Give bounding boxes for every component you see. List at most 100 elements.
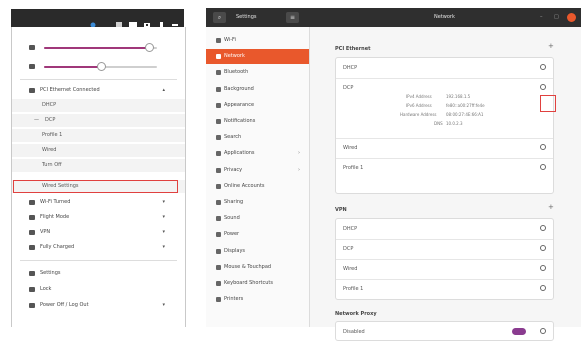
sidebar-item-online-accounts[interactable]: Online Accounts — [206, 179, 309, 194]
accessibility-icon[interactable] — [89, 14, 97, 28]
sidebar-item-appearance[interactable]: Appearance — [206, 98, 309, 113]
add-icon[interactable]: + — [548, 42, 554, 50]
network-wired-icon[interactable] — [115, 14, 123, 28]
submenu-wired[interactable]: Wired — [12, 144, 185, 157]
sidebar-item-network[interactable]: Network — [206, 49, 309, 65]
sidebar-item-notifications[interactable]: Notifications — [206, 114, 309, 129]
brightness-slider-knob[interactable] — [96, 62, 106, 71]
sidebar-item-printers[interactable]: Printers — [206, 292, 309, 307]
submenu-dhcp[interactable]: DHCP — [12, 99, 185, 112]
sidebar-item-label: Network — [224, 53, 245, 60]
ethernet-row[interactable]: DHCP — [336, 58, 553, 79]
sidebar-item-mouse-touchpad[interactable]: Mouse & Touchpad — [206, 260, 309, 275]
gear-icon[interactable] — [540, 144, 546, 150]
airplane-icon — [29, 215, 35, 220]
ethernet-section-title: PCI Ethernet — [335, 46, 371, 52]
search-icon[interactable]: ⌕ — [213, 12, 226, 23]
detail-label: Hardware Address — [400, 112, 437, 117]
lock-item[interactable]: Lock — [12, 283, 185, 296]
flight-mode-item[interactable]: Flight Mode ▾ — [12, 211, 185, 224]
sidebar-item-power[interactable]: Power — [206, 227, 309, 242]
power-off-item[interactable]: Power Off / Log Out ▾ — [12, 299, 185, 312]
sidebar-item-keyboard-shortcuts[interactable]: Keyboard Shortcuts — [206, 276, 309, 291]
proxy-row[interactable]: Disabled — [336, 322, 553, 342]
ethernet-row-expanded[interactable]: DCP IPv4 Address 192.168.1.5 IPv6 Addres… — [336, 78, 553, 139]
submenu-label: Wired — [42, 147, 57, 153]
network-wired-icon — [29, 88, 35, 93]
proxy-section-title: Network Proxy — [335, 311, 377, 317]
submenu-label: DCP — [45, 117, 56, 123]
vpn-row[interactable]: Profile 1 — [336, 279, 553, 299]
bell-icon — [216, 119, 221, 124]
volume-slider-knob[interactable] — [145, 43, 155, 52]
minimize-icon[interactable]: – — [540, 8, 543, 27]
power-label: Power Off / Log Out — [40, 302, 89, 308]
battery-icon[interactable] — [143, 14, 151, 27]
chevron-down-icon: ▾ — [162, 199, 165, 205]
volume-icon[interactable] — [129, 14, 137, 28]
sidebar-item-label: Printers — [224, 296, 244, 303]
sidebar-item-label: Sharing — [224, 199, 244, 205]
gear-icon[interactable] — [540, 164, 546, 170]
background-icon — [216, 86, 221, 92]
proxy-toggle[interactable] — [512, 328, 526, 335]
gear-icon[interactable] — [540, 245, 546, 251]
gear-icon[interactable] — [540, 285, 546, 291]
row-label: Wired — [343, 145, 358, 151]
vpn-row[interactable]: Wired — [336, 259, 553, 280]
gear-icon[interactable] — [540, 225, 546, 231]
window-title-left: Settings — [236, 14, 257, 20]
sidebar-item-privacy[interactable]: Privacy › — [206, 163, 309, 178]
sidebar-item-sound[interactable]: Sound — [206, 211, 309, 226]
wired-connection-item[interactable]: PCI Ethernet Connected ▴ — [12, 84, 185, 97]
gear-icon[interactable] — [540, 328, 546, 334]
volume-icon — [29, 45, 35, 50]
sidebar-item-applications[interactable]: Applications › — [206, 146, 309, 161]
row-label: DCP — [343, 246, 354, 252]
menu-divider — [20, 79, 177, 80]
wired-settings-highlight — [13, 180, 178, 193]
sound-icon — [216, 216, 221, 222]
sidebar-item-wi-fi[interactable]: Wi-Fi — [206, 33, 309, 48]
ethernet-row[interactable]: Profile 1 — [336, 158, 553, 178]
sidebar-item-displays[interactable]: Displays — [206, 244, 309, 259]
title-bar: ⌕ Settings ≡ Network – □ — [206, 8, 581, 27]
menu-arrow-icon[interactable] — [171, 14, 179, 26]
sidebar-item-label: Applications — [224, 150, 255, 157]
sidebar-item-search[interactable]: Search — [206, 130, 309, 145]
submenu-dcp[interactable]: — DCP — [12, 114, 185, 127]
submenu-profile[interactable]: Profile 1 — [12, 129, 185, 142]
sidebar-item-label: Wi-Fi — [224, 37, 236, 43]
wifi-item[interactable]: Wi-Fi Turned ▾ — [12, 196, 185, 209]
menu-icon[interactable]: ≡ — [286, 12, 299, 23]
sidebar-item-label: Keyboard Shortcuts — [224, 280, 273, 286]
share-icon — [216, 200, 221, 205]
power-icon[interactable] — [158, 14, 166, 28]
gear-icon[interactable] — [540, 265, 546, 271]
sidebar-item-background[interactable]: Background — [206, 82, 309, 97]
battery-item[interactable]: Fully Charged ▾ — [12, 241, 185, 254]
ethernet-row[interactable]: Wired — [336, 138, 553, 159]
window-title: Network — [434, 14, 455, 20]
wired-connection-label: PCI Ethernet Connected — [40, 87, 100, 93]
chevron-down-icon: ▾ — [162, 229, 165, 235]
vpn-item[interactable]: VPN ▾ — [12, 226, 185, 239]
network-icon — [216, 54, 221, 60]
submenu-turn-off[interactable]: Turn Off — [12, 159, 185, 172]
vpn-icon — [29, 230, 35, 235]
sidebar-item-sharing[interactable]: Sharing — [206, 195, 309, 210]
vpn-row[interactable]: DHCP — [336, 219, 553, 240]
brightness-slider-row[interactable] — [12, 60, 185, 73]
sidebar-item-bluetooth[interactable]: Bluetooth — [206, 65, 309, 80]
gear-icon[interactable] — [540, 84, 546, 90]
gear-icon — [29, 271, 35, 276]
row-label: Disabled — [343, 329, 365, 335]
add-vpn-icon[interactable]: + — [548, 203, 554, 211]
vpn-row[interactable]: DCP — [336, 239, 553, 260]
gear-icon[interactable] — [540, 64, 546, 70]
close-icon[interactable] — [567, 13, 576, 22]
detail-label: IPv4 Address — [406, 94, 432, 99]
volume-slider-row[interactable] — [12, 41, 185, 54]
settings-item[interactable]: Settings — [12, 267, 185, 280]
maximize-icon[interactable]: □ — [554, 8, 559, 27]
